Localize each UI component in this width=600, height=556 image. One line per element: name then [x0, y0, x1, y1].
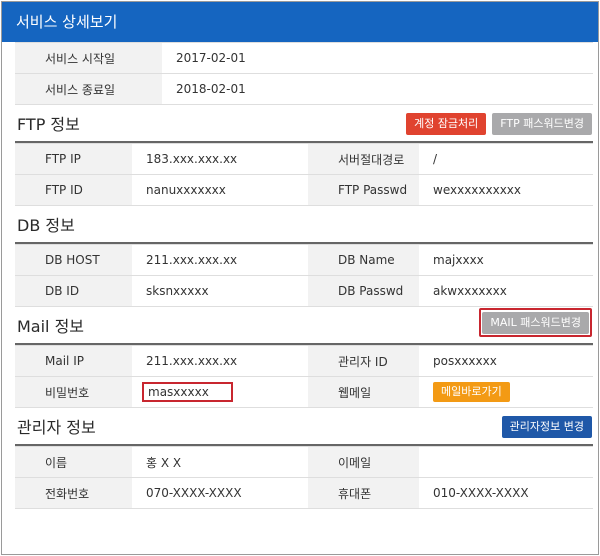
db-name-value: majxxxx — [419, 244, 593, 276]
admin-table: 이름 홍 X X 이메일 전화번호 070-XXXX-XXXX 휴대폰 010-… — [15, 446, 593, 509]
db-section-title: DB 정보 — [17, 216, 75, 235]
ftp-ip-label: FTP IP — [15, 143, 132, 175]
mail-password-cell: masxxxxx — [132, 376, 308, 408]
mail-password-change-button[interactable]: MAIL 패스워드변경 — [482, 312, 589, 334]
service-start-label: 서비스 시작일 — [15, 42, 162, 74]
db-section-header: DB 정보 — [15, 206, 593, 244]
admin-phone-value: 070-XXXX-XXXX — [132, 477, 308, 509]
service-start-value: 2017-02-01 — [162, 42, 593, 74]
service-end-label: 서비스 종료일 — [15, 73, 162, 105]
db-id-value: sksnxxxxx — [132, 275, 308, 307]
window-title: 서비스 상세보기 — [2, 2, 598, 42]
admin-name-value: 홍 X X — [132, 446, 308, 478]
admin-mobile-value: 010-XXXX-XXXX — [419, 477, 593, 509]
ftp-path-label: 서버절대경로 — [308, 143, 419, 175]
admin-email-value — [419, 446, 593, 478]
table-row: 이름 홍 X X 이메일 — [15, 446, 593, 478]
ftp-id-value: nanuxxxxxxx — [132, 174, 308, 206]
table-row: 전화번호 070-XXXX-XXXX 휴대폰 010-XXXX-XXXX — [15, 477, 593, 509]
db-passwd-label: DB Passwd — [308, 275, 419, 307]
mail-table: Mail IP 211.xxx.xxx.xx 관리자 ID posxxxxxx … — [15, 345, 593, 408]
webmail-cell: 메일바로가기 — [419, 376, 593, 408]
service-table: 서비스 시작일 2017-02-01 서비스 종료일 2018-02-01 — [15, 42, 593, 105]
mail-password-label: 비밀번호 — [15, 376, 132, 408]
ftp-passwd-label: FTP Passwd — [308, 174, 419, 206]
ftp-section-title: FTP 정보 — [17, 115, 80, 134]
mail-ip-label: Mail IP — [15, 345, 132, 377]
ftp-ip-value: 183.xxx.xxx.xx — [132, 143, 308, 175]
ftp-table: FTP IP 183.xxx.xxx.xx 서버절대경로 / FTP ID na… — [15, 143, 593, 206]
webmail-label: 웹메일 — [308, 376, 419, 408]
table-row: DB HOST 211.xxx.xxx.xx DB Name majxxxx — [15, 244, 593, 276]
service-detail-window: 서비스 상세보기 서비스 시작일 2017-02-01 서비스 종료일 2018… — [1, 1, 599, 555]
table-row: DB ID sksnxxxxx DB Passwd akwxxxxxxx — [15, 275, 593, 307]
db-host-value: 211.xxx.xxx.xx — [132, 244, 308, 276]
admin-phone-label: 전화번호 — [15, 477, 132, 509]
admin-section-header: 관리자 정보 관리자정보 변경 — [15, 408, 593, 446]
ftp-id-label: FTP ID — [15, 174, 132, 206]
table-row: FTP IP 183.xxx.xxx.xx 서버절대경로 / — [15, 143, 593, 175]
table-row: 서비스 종료일 2018-02-01 — [15, 73, 593, 105]
ftp-section-header: FTP 정보 계정 잠금처리 FTP 패스워드변경 — [15, 105, 593, 143]
table-row: 서비스 시작일 2017-02-01 — [15, 42, 593, 74]
ftp-password-change-button[interactable]: FTP 패스워드변경 — [492, 113, 592, 135]
mail-password-value: masxxxxx — [142, 382, 233, 402]
admin-info-change-button[interactable]: 관리자정보 변경 — [501, 416, 592, 438]
webmail-shortcut-button[interactable]: 메일바로가기 — [433, 382, 510, 402]
mail-section-title: Mail 정보 — [17, 317, 85, 336]
account-lock-button[interactable]: 계정 잠금처리 — [406, 113, 487, 135]
admin-name-label: 이름 — [15, 446, 132, 478]
mail-admin-id-value: posxxxxxx — [419, 345, 593, 377]
db-passwd-value: akwxxxxxxx — [419, 275, 593, 307]
table-row: 비밀번호 masxxxxx 웹메일 메일바로가기 — [15, 376, 593, 408]
db-host-label: DB HOST — [15, 244, 132, 276]
mail-ip-value: 211.xxx.xxx.xx — [132, 345, 308, 377]
ftp-path-value: / — [419, 143, 593, 175]
table-row: FTP ID nanuxxxxxxx FTP Passwd wexxxxxxxx… — [15, 174, 593, 206]
ftp-passwd-value: wexxxxxxxxxx — [419, 174, 593, 206]
mail-admin-id-label: 관리자 ID — [308, 345, 419, 377]
db-id-label: DB ID — [15, 275, 132, 307]
admin-section-title: 관리자 정보 — [17, 418, 96, 437]
admin-mobile-label: 휴대폰 — [308, 477, 419, 509]
mail-password-highlight: MAIL 패스워드변경 — [479, 308, 592, 337]
mail-section-header: Mail 정보 MAIL 패스워드변경 — [15, 307, 593, 345]
admin-email-label: 이메일 — [308, 446, 419, 478]
db-name-label: DB Name — [308, 244, 419, 276]
content: 서비스 시작일 2017-02-01 서비스 종료일 2018-02-01 FT… — [15, 42, 593, 509]
service-end-value: 2018-02-01 — [162, 73, 593, 105]
db-table: DB HOST 211.xxx.xxx.xx DB Name majxxxx D… — [15, 244, 593, 307]
table-row: Mail IP 211.xxx.xxx.xx 관리자 ID posxxxxxx — [15, 345, 593, 377]
